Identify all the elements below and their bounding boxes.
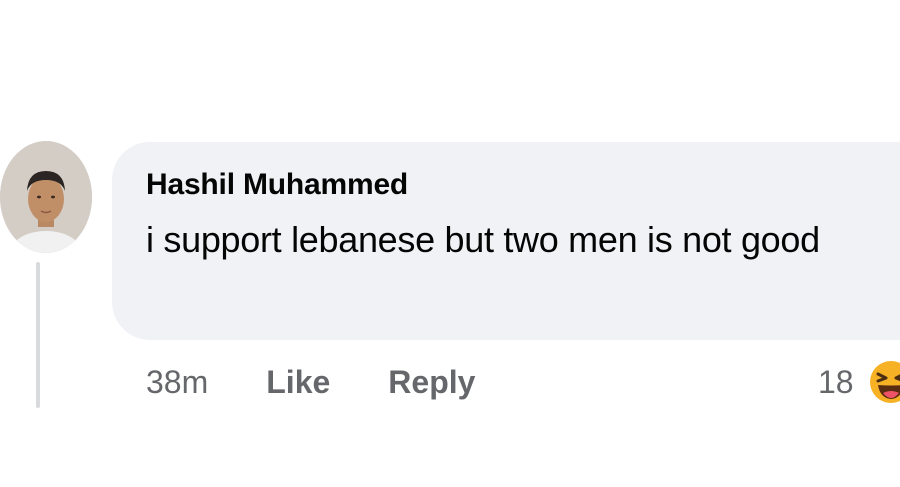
- reaction-summary[interactable]: 18: [818, 358, 900, 406]
- avatar[interactable]: [0, 141, 92, 253]
- reply-thread-line: [36, 262, 40, 408]
- comment-author-name[interactable]: Hashil Muhammed: [146, 166, 880, 204]
- reply-button[interactable]: Reply: [388, 364, 475, 401]
- reaction-count: 18: [818, 363, 854, 400]
- comment-actions: 38m Like Reply: [146, 360, 533, 404]
- like-button[interactable]: Like: [266, 364, 330, 401]
- avatar-photo: [0, 141, 92, 253]
- comment-text: i support lebanese but two men is not go…: [146, 219, 820, 260]
- comment-thread: Hashil Muhammed i support lebanese but t…: [0, 0, 900, 487]
- haha-emoji-icon: [868, 359, 900, 405]
- comment-timestamp[interactable]: 38m: [146, 364, 208, 401]
- comment-bubble: Hashil Muhammed i support lebanese but t…: [112, 142, 900, 340]
